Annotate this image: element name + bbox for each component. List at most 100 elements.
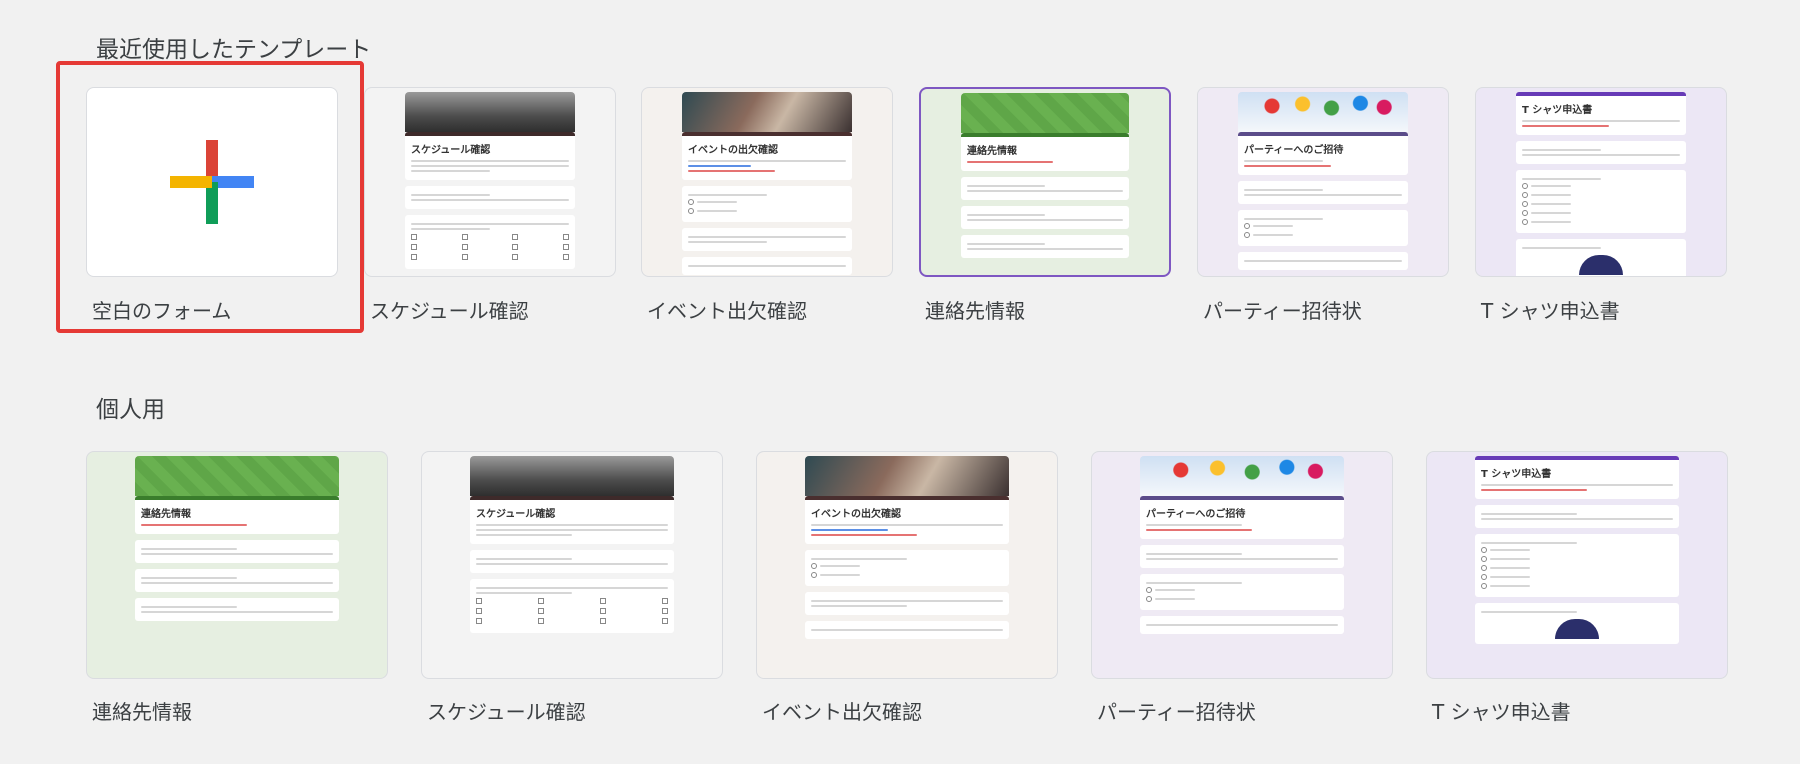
form-question <box>405 215 575 269</box>
template-thumbnail[interactable]: パーティーへのご招待 <box>1197 87 1449 277</box>
form-title: T シャツ申込書 <box>1522 105 1593 116</box>
template-thumbnail[interactable]: スケジュール確認 <box>364 87 616 277</box>
template-card-event[interactable]: イベントの出欠確認 イベント出欠確認 <box>641 87 893 325</box>
checkbox-icon <box>461 234 468 240</box>
radio-option <box>1146 596 1338 602</box>
checkbox-icon <box>662 618 668 624</box>
placeholder-line <box>811 600 1003 602</box>
form-question <box>682 257 852 275</box>
template-thumbnail[interactable]: パーティーへのご招待 <box>1091 451 1393 679</box>
placeholder-line <box>476 524 668 526</box>
section-title-personal: 個人用 <box>96 397 165 423</box>
template-card-tshirt[interactable]: T シャツ申込書 T シャツ申込書 <box>1475 87 1727 325</box>
checkbox-icon <box>411 254 417 260</box>
checkbox-icon <box>538 608 544 614</box>
selection-highlight <box>56 61 364 333</box>
placeholder-line <box>411 194 490 196</box>
placeholder-line <box>141 577 237 579</box>
template-thumbnail[interactable]: イベントの出欠確認 <box>756 451 1058 679</box>
form-question <box>961 235 1129 258</box>
checkbox-icon <box>600 598 606 604</box>
form-question <box>470 550 674 573</box>
template-label: スケジュール確認 <box>370 299 529 323</box>
template-thumbnail[interactable]: T シャツ申込書 <box>1475 87 1727 277</box>
form-title-block: 連絡先情報 <box>961 133 1129 171</box>
template-card-contact[interactable]: 連絡先情報 連絡先情報 <box>86 451 388 726</box>
placeholder-line <box>1522 149 1601 151</box>
placeholder-line <box>476 563 668 565</box>
checkbox-icon <box>476 618 482 624</box>
form-preview: T シャツ申込書 <box>1475 456 1679 678</box>
placeholder-line <box>1244 165 1331 167</box>
placeholder-line <box>1481 484 1673 486</box>
checkbox-row <box>476 608 668 614</box>
radio-icon <box>1244 232 1250 238</box>
template-card-schedule[interactable]: スケジュール確認 スケジュール確認 <box>364 87 616 325</box>
placeholder-line <box>967 185 1045 187</box>
radio-option <box>1522 219 1680 225</box>
placeholder-line <box>141 548 237 550</box>
placeholder-line <box>688 194 767 196</box>
template-card-party[interactable]: パーティーへのご招待パーティー招待状 <box>1197 87 1449 325</box>
template-card-event[interactable]: イベントの出欠確認 イベント出欠確認 <box>756 451 1058 726</box>
form-question <box>1140 616 1344 634</box>
form-preview: スケジュール確認 <box>405 92 575 276</box>
radio-icon <box>1481 547 1487 553</box>
template-label: パーティー招待状 <box>1097 700 1256 724</box>
form-question <box>1516 170 1686 233</box>
placeholder-line <box>811 534 917 536</box>
radio-icon <box>1146 596 1152 602</box>
placeholder-line <box>476 592 572 594</box>
form-preview: T シャツ申込書 <box>1516 92 1686 276</box>
form-preview: イベントの出欠確認 <box>805 456 1009 678</box>
checkbox-icon <box>562 234 569 240</box>
checkbox-icon <box>538 598 544 604</box>
template-thumbnail[interactable]: スケジュール確認 <box>421 451 723 679</box>
form-title-block: パーティーへのご招待 <box>1238 132 1408 175</box>
radio-icon <box>1481 565 1487 571</box>
template-thumbnail[interactable]: 連絡先情報 <box>919 87 1171 277</box>
form-question <box>1140 545 1344 568</box>
placeholder-line <box>141 606 237 608</box>
radio-icon <box>1244 223 1250 229</box>
template-thumbnail[interactable]: イベントの出欠確認 <box>641 87 893 277</box>
placeholder-line <box>141 582 333 584</box>
placeholder-line <box>1481 611 1577 613</box>
radio-icon <box>1522 183 1528 189</box>
placeholder-line <box>688 170 775 172</box>
template-card-tshirt[interactable]: T シャツ申込書 T シャツ申込書 <box>1426 451 1728 726</box>
form-header-image <box>805 456 1009 496</box>
placeholder-line <box>967 214 1045 216</box>
placeholder-line <box>1490 558 1530 560</box>
placeholder-line <box>1481 489 1587 491</box>
checkbox-icon <box>600 618 606 624</box>
placeholder-line <box>697 210 737 212</box>
placeholder-line <box>1522 125 1609 127</box>
form-header-image <box>961 93 1129 133</box>
form-question <box>805 592 1009 615</box>
template-card-contact[interactable]: 連絡先情報 連絡先情報 <box>919 87 1171 325</box>
checkbox-icon <box>461 254 468 260</box>
placeholder-line <box>411 165 569 167</box>
placeholder-line <box>1531 203 1571 205</box>
placeholder-line <box>1244 189 1323 191</box>
section-title-recent: 最近使用したテンプレート <box>96 37 372 63</box>
checkbox-row <box>476 598 668 604</box>
template-card-schedule[interactable]: スケジュール確認 スケジュール確認 <box>421 451 723 726</box>
tshirt-image <box>1555 619 1599 639</box>
form-preview: 連絡先情報 <box>135 456 339 678</box>
template-thumbnail[interactable]: T シャツ申込書 <box>1426 451 1728 679</box>
placeholder-line <box>1531 185 1571 187</box>
form-title: スケジュール確認 <box>476 509 556 520</box>
placeholder-line <box>1146 529 1252 531</box>
placeholder-line <box>411 170 490 172</box>
template-card-party[interactable]: パーティーへのご招待パーティー招待状 <box>1091 451 1393 726</box>
template-thumbnail[interactable]: 連絡先情報 <box>86 451 388 679</box>
placeholder-line <box>1155 589 1195 591</box>
checkbox-row <box>476 618 668 624</box>
placeholder-line <box>1490 549 1530 551</box>
template-label: パーティー招待状 <box>1203 299 1362 323</box>
placeholder-line <box>688 236 846 238</box>
radio-icon <box>811 572 817 578</box>
placeholder-line <box>411 223 569 225</box>
